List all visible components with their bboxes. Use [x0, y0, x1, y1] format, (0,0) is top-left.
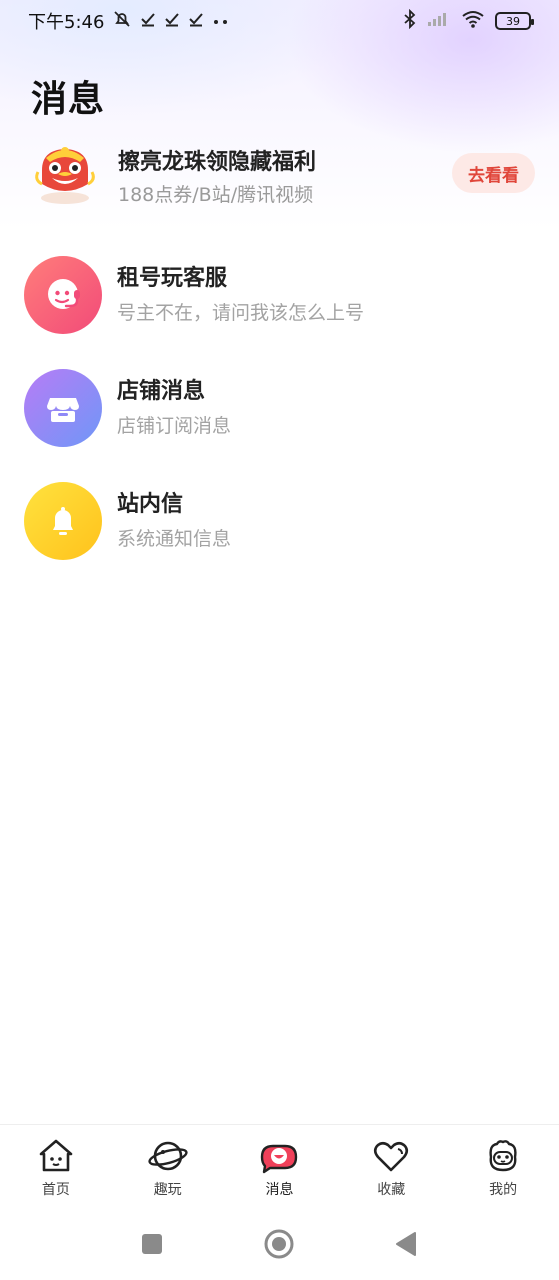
- more-dots-icon: [212, 12, 230, 31]
- message-subtitle: 系统通知信息: [117, 528, 232, 550]
- tab-fun[interactable]: 趣玩: [112, 1125, 224, 1206]
- mute-bell-icon: [112, 9, 132, 33]
- tab-label: 收藏: [377, 1182, 406, 1198]
- planet-icon: [147, 1137, 189, 1175]
- tab-label: 首页: [41, 1182, 70, 1198]
- message-icon: [258, 1137, 300, 1175]
- promo-banner[interactable]: 擦亮龙珠领隐藏福利 188点券/B站/腾讯视频 去看看: [0, 132, 559, 216]
- promo-title: 擦亮龙珠领隐藏福利: [118, 150, 317, 175]
- recent-apps-icon[interactable]: [136, 1228, 168, 1260]
- battery-level: 39: [506, 14, 520, 28]
- lion-dance-icon: [32, 140, 98, 206]
- message-list: 租号玩客服 号主不在，请问我该怎么上号 店铺消息 店铺订阅消息 站内信 系统通知…: [0, 246, 559, 585]
- system-nav-bar: [0, 1206, 559, 1280]
- message-title: 站内信: [117, 492, 184, 517]
- status-right: 39: [403, 8, 534, 34]
- home-icon: [35, 1137, 77, 1175]
- signal-icon: [427, 11, 451, 32]
- tab-label: 趣玩: [153, 1182, 182, 1198]
- message-title: 店铺消息: [117, 379, 206, 404]
- profile-icon: [482, 1137, 524, 1175]
- status-bar: 下午5:46 39: [0, 0, 559, 42]
- status-left: 下午5:46: [28, 8, 230, 34]
- check-icon: [164, 11, 180, 31]
- promo-subtitle: 188点券/B站/腾讯视频: [118, 184, 314, 206]
- customer-service-icon: [24, 256, 102, 334]
- promo-view-button[interactable]: 去看看: [452, 153, 535, 193]
- tab-favorites[interactable]: 收藏: [335, 1125, 447, 1206]
- message-item-shop[interactable]: 店铺消息 店铺订阅消息: [0, 359, 559, 472]
- shop-icon: [24, 369, 102, 447]
- check-icon: [140, 11, 156, 31]
- bluetooth-icon: [403, 8, 417, 34]
- tab-messages[interactable]: 消息: [224, 1125, 336, 1206]
- wifi-icon: [461, 10, 485, 33]
- tab-label: 我的: [489, 1182, 518, 1198]
- bell-icon: [24, 482, 102, 560]
- message-subtitle: 号主不在，请问我该怎么上号: [117, 302, 365, 324]
- back-icon[interactable]: [390, 1228, 422, 1260]
- bottom-tab-bar: 首页 趣玩 消息 收藏 我的: [0, 1124, 559, 1206]
- battery-icon: 39: [495, 12, 534, 30]
- message-item-customer-service[interactable]: 租号玩客服 号主不在，请问我该怎么上号: [0, 246, 559, 359]
- heart-icon: [370, 1137, 412, 1175]
- status-time: 下午5:46: [28, 12, 105, 33]
- tab-home[interactable]: 首页: [0, 1125, 112, 1206]
- home-circle-icon[interactable]: [263, 1228, 295, 1260]
- message-subtitle: 店铺订阅消息: [117, 415, 232, 437]
- tab-profile[interactable]: 我的: [447, 1125, 559, 1206]
- message-item-system[interactable]: 站内信 系统通知信息: [0, 472, 559, 585]
- tab-label: 消息: [265, 1182, 294, 1198]
- page-title: 消息: [31, 79, 106, 120]
- check-icon: [188, 11, 204, 31]
- message-title: 租号玩客服: [117, 266, 228, 291]
